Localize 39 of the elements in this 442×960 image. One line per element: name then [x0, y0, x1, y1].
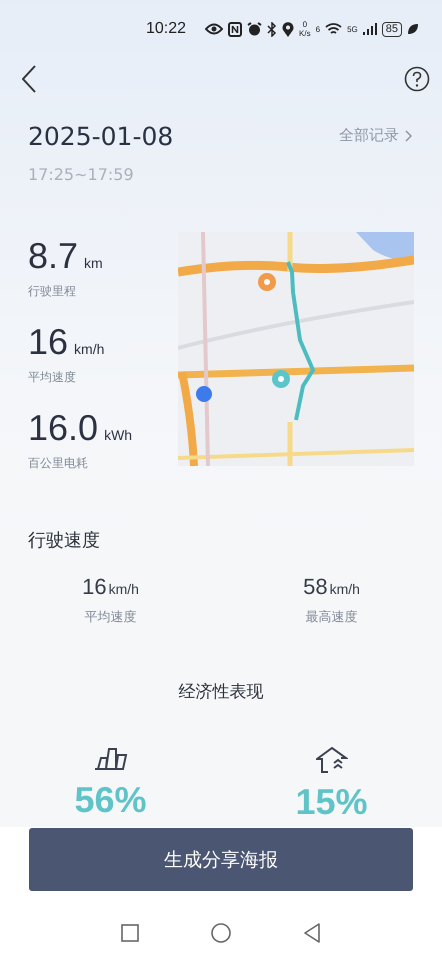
percent-value: 56%	[74, 779, 147, 821]
nfc-icon	[228, 22, 242, 36]
net-speed-unit: K/s	[299, 29, 311, 38]
section-title: 行驶速度	[27, 529, 101, 552]
wifi-icon	[325, 22, 342, 36]
house-icon	[316, 747, 348, 773]
eye-icon	[205, 23, 224, 35]
trip-date: 2025-01-08	[28, 122, 174, 151]
stat-value: 16.0 kWh	[28, 408, 132, 450]
signal-icon	[362, 22, 377, 36]
stat-value: 16 km/h	[28, 322, 106, 364]
leaf-icon	[406, 23, 419, 35]
battery-level: 85	[382, 22, 402, 36]
wifi-version-label: 6	[316, 24, 320, 34]
location-icon	[282, 22, 294, 36]
bluetooth-icon	[267, 22, 278, 36]
percent-value: 15%	[295, 781, 368, 823]
stat-label: 行驶里程	[28, 283, 77, 300]
bar-chart-icon	[94, 747, 128, 771]
speed-label: 平均速度	[84, 609, 136, 626]
stat-label: 平均速度	[28, 369, 77, 386]
section-title: 经济性表现	[178, 681, 264, 703]
clock-time: 10:22	[146, 20, 186, 38]
chevron-right-icon	[405, 130, 412, 142]
speed-value: 58 km/h	[303, 574, 360, 600]
speed-value: 16 km/h	[82, 574, 139, 600]
alarm-icon	[247, 22, 262, 36]
speed-label: 最高速度	[306, 609, 358, 626]
recents-icon[interactable]	[121, 924, 139, 942]
time-range: 17:25~17:59	[27, 164, 135, 184]
stat-value: 8.7 km	[28, 236, 104, 278]
network-type: 5G	[347, 24, 358, 34]
back-icon[interactable]	[22, 65, 36, 93]
help-icon[interactable]	[404, 66, 430, 92]
stat-label: 百公里电耗	[28, 455, 89, 472]
home-icon[interactable]	[211, 922, 231, 942]
net-speed-value: 0	[302, 20, 308, 29]
share-poster-button[interactable]: 生成分享海报	[29, 828, 413, 891]
back-nav-icon[interactable]	[303, 922, 321, 942]
